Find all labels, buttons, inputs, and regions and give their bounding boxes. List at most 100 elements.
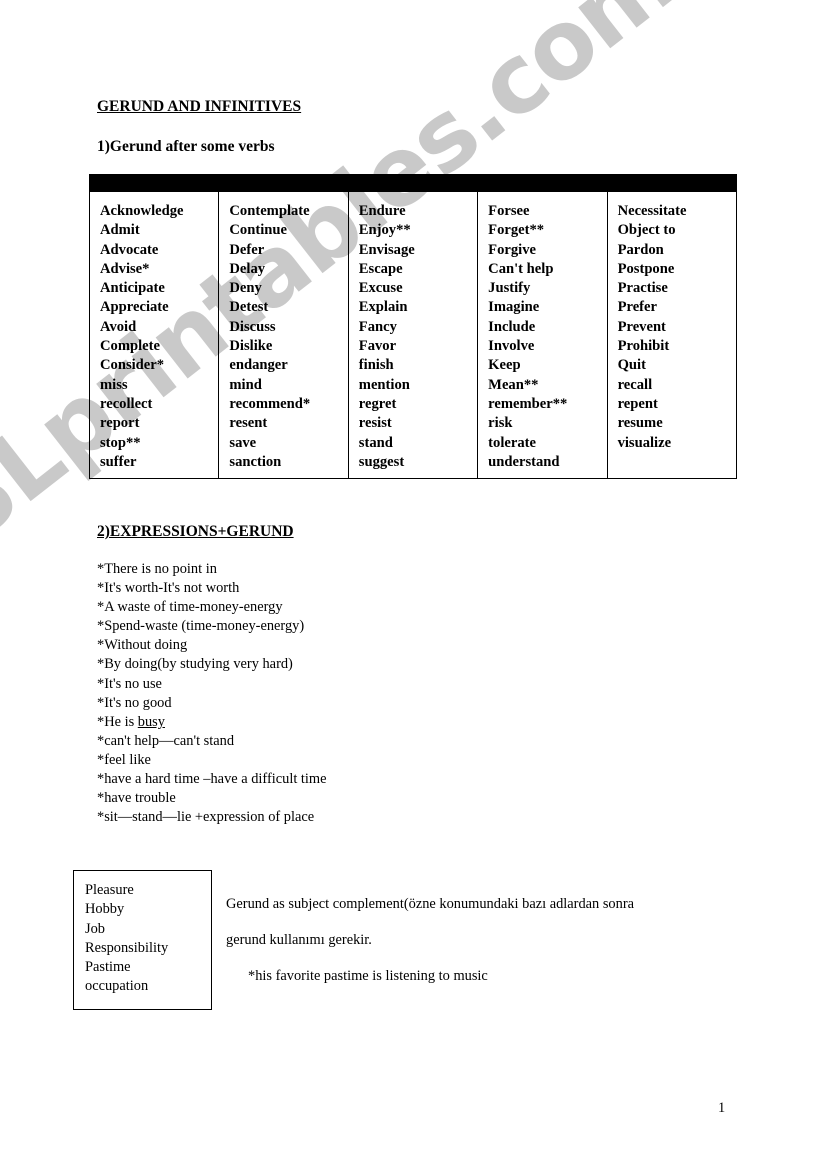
verb-item: Escape [358, 260, 403, 277]
verb-item: resist [358, 415, 392, 432]
verb-item: Forsee [488, 203, 530, 219]
gerund-verbs-table: Acknowledge Admit Advocate Advise* Anticipat… [88, 174, 738, 480]
verb-item: recommend* [229, 395, 311, 412]
verb-item: stop** [100, 434, 141, 451]
verb-item: repent [617, 395, 658, 412]
expression-item: *A waste of time-money-energy [97, 599, 283, 616]
verb-item: Advise* [100, 260, 150, 277]
explanation-line-2: gerund kullanımı gerekir. [226, 932, 372, 948]
verb-item: Keep [488, 357, 521, 374]
verb-item: finish [358, 357, 394, 374]
verb-column-4: Forsee Forget** Forgive Can't help Justify Im… [477, 190, 608, 480]
expression-item: *It's no good [97, 694, 172, 711]
verb-item: suggest [358, 453, 405, 470]
verb-item: Anticipate [100, 280, 165, 297]
verb-item: save [229, 434, 257, 451]
page-number: 1 [718, 1100, 726, 1116]
verb-item: Appreciate [100, 299, 169, 316]
verb-item: Deny [229, 280, 262, 297]
verb-item: Enjoy** [358, 222, 411, 239]
table-header-row [88, 174, 738, 192]
verb-item: Necessitate [617, 203, 687, 219]
verb-item: endanger [229, 357, 288, 374]
noun-item: occupation [85, 978, 149, 995]
page-title: GERUND AND INFINITIVES [97, 98, 302, 115]
noun-list: Pleasure Hobby Job Responsibility Pastime occ… [74, 871, 211, 997]
section-1-heading: 1)Gerund after some verbs [97, 138, 275, 155]
verb-column-5: Necessitate Object to Pardon Postpone Practi… [606, 190, 738, 480]
verb-item: Delay [229, 260, 266, 277]
verb-item: Envisage [358, 241, 415, 258]
table-header-cell-2 [218, 174, 349, 192]
verb-item: Forget** [488, 222, 545, 239]
expression-item: *By doing(by studying very hard) [97, 656, 293, 673]
verb-item: Forgive [488, 241, 536, 258]
verb-item: sanction [229, 453, 282, 470]
noun-item: Pleasure [85, 882, 134, 898]
expression-item: *can't help—can't stand [97, 732, 235, 749]
verb-item: Mean** [488, 376, 539, 393]
verb-item: Fancy [358, 318, 397, 335]
verb-item: remember** [488, 395, 568, 412]
verb-item: Imagine [488, 299, 540, 316]
verb-item: Prevent [617, 318, 666, 335]
table-header-cell-5 [606, 174, 738, 192]
verb-item: visualize [617, 434, 672, 451]
noun-list-box: Pleasure Hobby Job Responsibility Pastime occ… [73, 870, 212, 1010]
document-page: ESLprintables.com GERUND AND INFINITIVES… [0, 0, 821, 1169]
verb-item: Discuss [229, 318, 276, 335]
expression-item: *feel like [97, 751, 151, 768]
verb-item: miss [100, 376, 128, 393]
verb-item: Can't help [488, 260, 554, 277]
expression-item: *Spend-waste (time-money-energy) [97, 618, 305, 635]
noun-item: Job [85, 920, 105, 937]
verb-column-3: Endure Enjoy** Envisage Escape Excuse Explain… [347, 190, 479, 480]
verb-item: Endure [358, 203, 406, 219]
verb-item: Excuse [358, 280, 403, 297]
expressions-list: *There is no point in *It's worth-It's no… [97, 560, 327, 827]
expression-item: *He is busy [97, 713, 327, 732]
verb-item: suffer [100, 453, 137, 470]
verb-item: recollect [100, 395, 153, 412]
verb-item: Consider* [100, 357, 165, 374]
verb-item: Admit [100, 222, 140, 239]
verb-item: Favor [358, 338, 397, 355]
verb-item: recall [617, 376, 653, 393]
verb-item: Advocate [100, 241, 159, 258]
verb-item: Dislike [229, 338, 273, 355]
verb-item: regret [358, 395, 397, 412]
expression-item: *It's worth-It's not worth [97, 580, 240, 597]
verb-item: mind [229, 376, 262, 393]
expression-item: *have a hard time –have a difficult time [97, 771, 327, 788]
expression-item: *have trouble [97, 790, 176, 807]
verb-item: Justify [488, 280, 531, 297]
verb-item: Prefer [617, 299, 657, 316]
table-header-cell-1 [88, 174, 220, 192]
noun-item: Hobby [85, 901, 125, 918]
verb-item: Avoid [100, 318, 137, 335]
verb-item: Defer [229, 241, 265, 258]
expression-item: *sit—stand—lie +expression of place [97, 809, 315, 826]
verb-item: Include [488, 318, 536, 335]
verb-item: Involve [488, 338, 535, 355]
verb-item: Complete [100, 338, 160, 355]
verb-item: stand [358, 434, 393, 451]
expression-item: *There is no point in [97, 561, 217, 577]
verb-item: risk [488, 415, 513, 432]
explanation-block: Gerund as subject complement(özne konumu… [226, 886, 726, 994]
verb-item: Postpone [617, 260, 675, 277]
verb-item: Practise [617, 280, 668, 297]
table-body-row: Acknowledge Admit Advocate Advise* Anticipat… [88, 190, 738, 480]
verb-item: understand [488, 453, 560, 470]
verb-item: mention [358, 376, 410, 393]
table-header-cell-4 [477, 174, 608, 192]
verb-column-1: Acknowledge Admit Advocate Advise* Anticipat… [88, 190, 220, 480]
expression-item: *It's no use [97, 675, 162, 692]
verb-column-2: Contemplate Continue Defer Delay Deny Detest D… [218, 190, 349, 480]
expression-prefix: *He is [97, 713, 138, 730]
noun-item: Pastime [85, 959, 131, 976]
verb-item: Object to [617, 222, 676, 239]
verb-item: Continue [229, 222, 287, 239]
verb-item: Quit [617, 357, 646, 374]
verb-item: Prohibit [617, 338, 670, 355]
